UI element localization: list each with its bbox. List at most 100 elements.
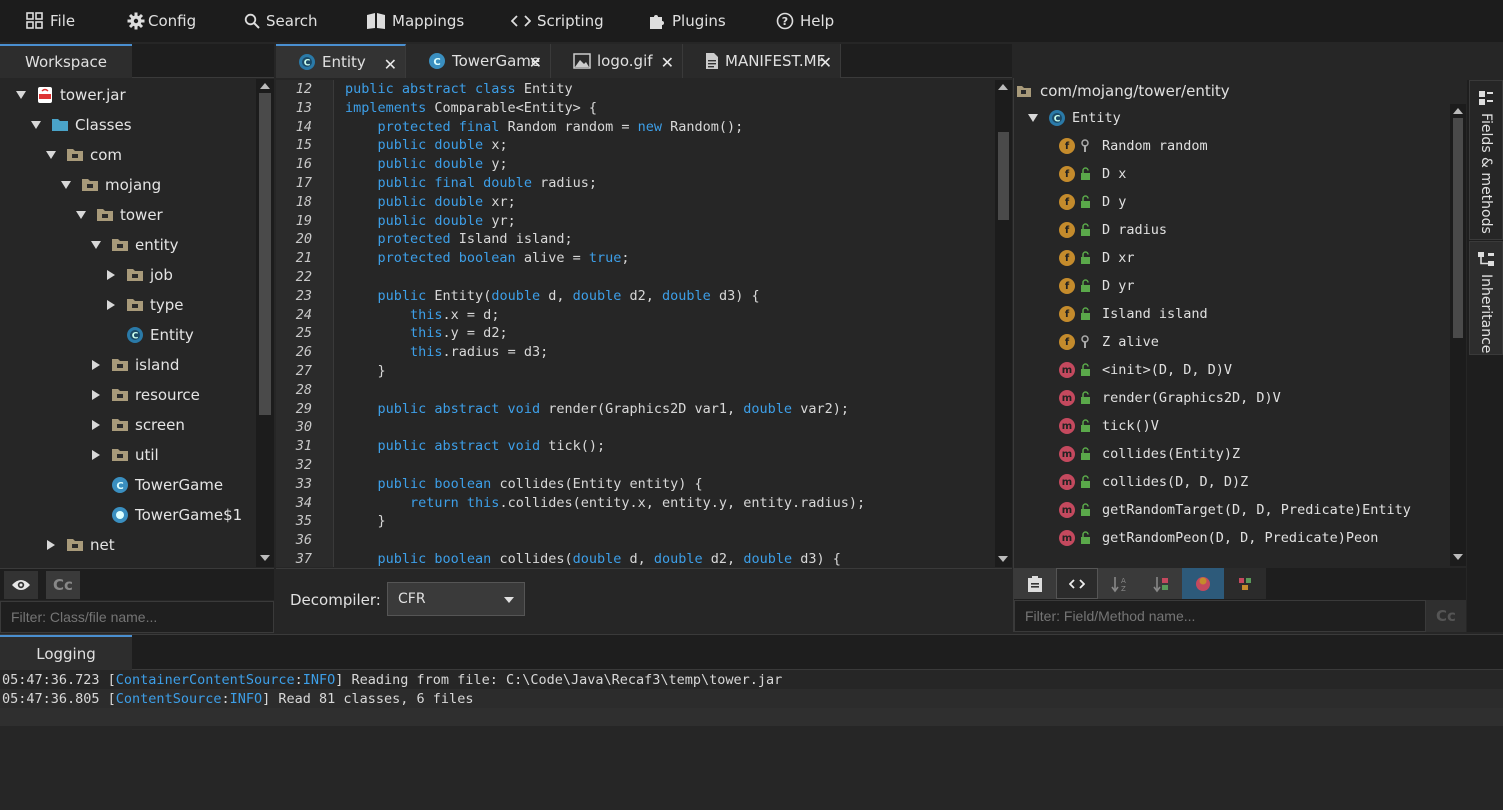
members-scrollbar[interactable]	[1450, 104, 1466, 566]
chevron-right-icon[interactable]	[104, 298, 118, 312]
chevron-down-icon[interactable]	[44, 148, 58, 162]
tab-workspace[interactable]: Workspace	[0, 44, 132, 78]
field-item[interactable]: f D xr	[1059, 244, 1135, 272]
scroll-down-icon[interactable]	[998, 556, 1008, 562]
toggle-hidden-button[interactable]	[4, 571, 38, 599]
tree-item[interactable]: TowerGame$1	[89, 500, 242, 530]
show-synthetics-button[interactable]	[1056, 568, 1098, 599]
tree-item[interactable]: island	[89, 350, 179, 380]
tree-item[interactable]: C TowerGame	[89, 470, 223, 500]
method-item[interactable]: m tick()V	[1059, 412, 1159, 440]
tree-item[interactable]: com	[44, 140, 122, 170]
tree-item[interactable]: resource	[89, 380, 200, 410]
chevron-down-icon[interactable]	[29, 118, 43, 132]
chevron-down-icon[interactable]	[74, 208, 88, 222]
field-item[interactable]: f D yr	[1059, 272, 1135, 300]
menu-scripting[interactable]: Scripting	[511, 0, 604, 42]
scroll-down-icon[interactable]	[1453, 554, 1463, 560]
scroll-up-icon[interactable]	[260, 83, 270, 89]
tab-towergame[interactable]: C TowerGame ✕	[406, 44, 551, 78]
scroll-down-icon[interactable]	[260, 555, 270, 561]
tree-item[interactable]: C Entity	[104, 320, 194, 350]
method-item[interactable]: m getRandomPeon(D, D, Predicate)Peon	[1059, 524, 1378, 552]
field-item[interactable]: f Random random	[1059, 132, 1208, 160]
menu-config[interactable]: Config	[127, 0, 196, 42]
code-token: .y = d2;	[442, 325, 508, 342]
chevron-down-icon[interactable]	[14, 88, 28, 102]
code-line: public abstract void render(Graphics2D v…	[345, 401, 849, 417]
scroll-up-icon[interactable]	[998, 84, 1008, 90]
chevron-down-icon[interactable]	[1026, 111, 1040, 125]
chevron-right-icon[interactable]	[104, 268, 118, 282]
method-item[interactable]: m getRandomTarget(D, D, Predicate)Entity	[1059, 496, 1411, 524]
tab-inheritance[interactable]: Inheritance	[1469, 241, 1503, 355]
method-item[interactable]: m collides(Entity)Z	[1059, 440, 1240, 468]
sort-alpha-button[interactable]: AZ	[1098, 568, 1140, 599]
close-icon[interactable]: ✕	[384, 55, 397, 74]
field-icon: f	[1059, 278, 1075, 294]
tree-item[interactable]: util	[89, 440, 159, 470]
members-scroll-thumb[interactable]	[1453, 118, 1463, 338]
field-item[interactable]: f Z alive	[1059, 328, 1159, 356]
tab-logging[interactable]: Logging	[0, 635, 132, 670]
tree-item[interactable]: tower	[74, 200, 163, 230]
inherited-toggle-button[interactable]	[1224, 568, 1266, 599]
show-types-button[interactable]	[1014, 568, 1056, 599]
tree-item[interactable]: net	[44, 530, 115, 560]
sort-visibility-button[interactable]	[1140, 568, 1182, 599]
method-item[interactable]: m render(Graphics2D, D)V	[1059, 384, 1281, 412]
menu-search[interactable]: Search	[244, 0, 318, 42]
method-item[interactable]: m collides(D, D, D)Z	[1059, 468, 1248, 496]
tree-item[interactable]: type	[104, 290, 184, 320]
field-item[interactable]: f D radius	[1059, 216, 1167, 244]
chevron-down-icon[interactable]	[59, 178, 73, 192]
scroll-up-icon[interactable]	[1453, 108, 1463, 114]
close-icon[interactable]: ✕	[529, 53, 542, 72]
package-icon	[111, 448, 129, 462]
chevron-right-icon[interactable]	[89, 358, 103, 372]
case-sensitive-toggle[interactable]: Cc	[46, 571, 80, 599]
code-editor[interactable]: public abstract class Entity implements C…	[335, 80, 995, 567]
menu-help[interactable]: ? Help	[776, 0, 834, 42]
tree-item[interactable]: job	[104, 260, 173, 290]
chevron-right-icon[interactable]	[89, 388, 103, 402]
field-item[interactable]: fD x	[1059, 160, 1126, 188]
log-output[interactable]: 05:47:36.723 [ContainerContentSource:INF…	[0, 671, 1503, 810]
members-root[interactable]: C Entity	[1026, 104, 1121, 132]
member-case-toggle[interactable]: Cc	[1426, 600, 1466, 632]
chevron-right-icon[interactable]	[44, 538, 58, 552]
workspace-scrollbar[interactable]	[256, 79, 274, 567]
close-icon[interactable]: ✕	[661, 53, 674, 72]
tree-item[interactable]: entity	[89, 230, 179, 260]
menu-plugins[interactable]: Plugins	[648, 0, 726, 42]
editor-scrollbar[interactable]	[995, 80, 1012, 567]
chevron-down-icon[interactable]	[89, 238, 103, 252]
chevron-right-icon[interactable]	[89, 448, 103, 462]
field-item[interactable]: f Island island	[1059, 300, 1208, 328]
line-number: 20	[295, 231, 312, 248]
tab-manifest-mf[interactable]: MANIFEST.MF ✕	[683, 44, 841, 78]
tab-fields-methods[interactable]: Fields & methods	[1469, 80, 1503, 240]
code-keyword: public boolean	[377, 551, 500, 567]
public-icon	[1080, 251, 1092, 265]
tree-item[interactable]: Classes	[29, 110, 132, 140]
editor-scroll-thumb[interactable]	[998, 132, 1009, 220]
member-filter-input[interactable]	[1014, 600, 1426, 632]
class-filter-input[interactable]	[0, 601, 274, 633]
decompiler-select[interactable]: CFR	[387, 582, 525, 616]
tab-entity[interactable]: C Entity ✕	[276, 44, 406, 78]
method-item[interactable]: m <init>(D, D, D)V	[1059, 356, 1232, 384]
chevron-right-icon[interactable]	[89, 418, 103, 432]
workspace-scroll-thumb[interactable]	[259, 93, 271, 415]
tree-item[interactable]: screen	[89, 410, 185, 440]
menu-mappings[interactable]: Mappings	[366, 0, 464, 42]
field-item[interactable]: fD y	[1059, 188, 1126, 216]
close-icon[interactable]: ✕	[819, 53, 832, 72]
code-token: .x = d;	[442, 306, 500, 323]
tree-item[interactable]: tower.jar	[14, 80, 126, 110]
filter-members-button[interactable]	[1182, 568, 1224, 599]
tree-item[interactable]: mojang	[59, 170, 161, 200]
menu-file[interactable]: File	[26, 0, 75, 42]
member-label: collides(Entity)Z	[1102, 446, 1241, 462]
tab-logo-gif[interactable]: logo.gif ✕	[551, 44, 683, 78]
